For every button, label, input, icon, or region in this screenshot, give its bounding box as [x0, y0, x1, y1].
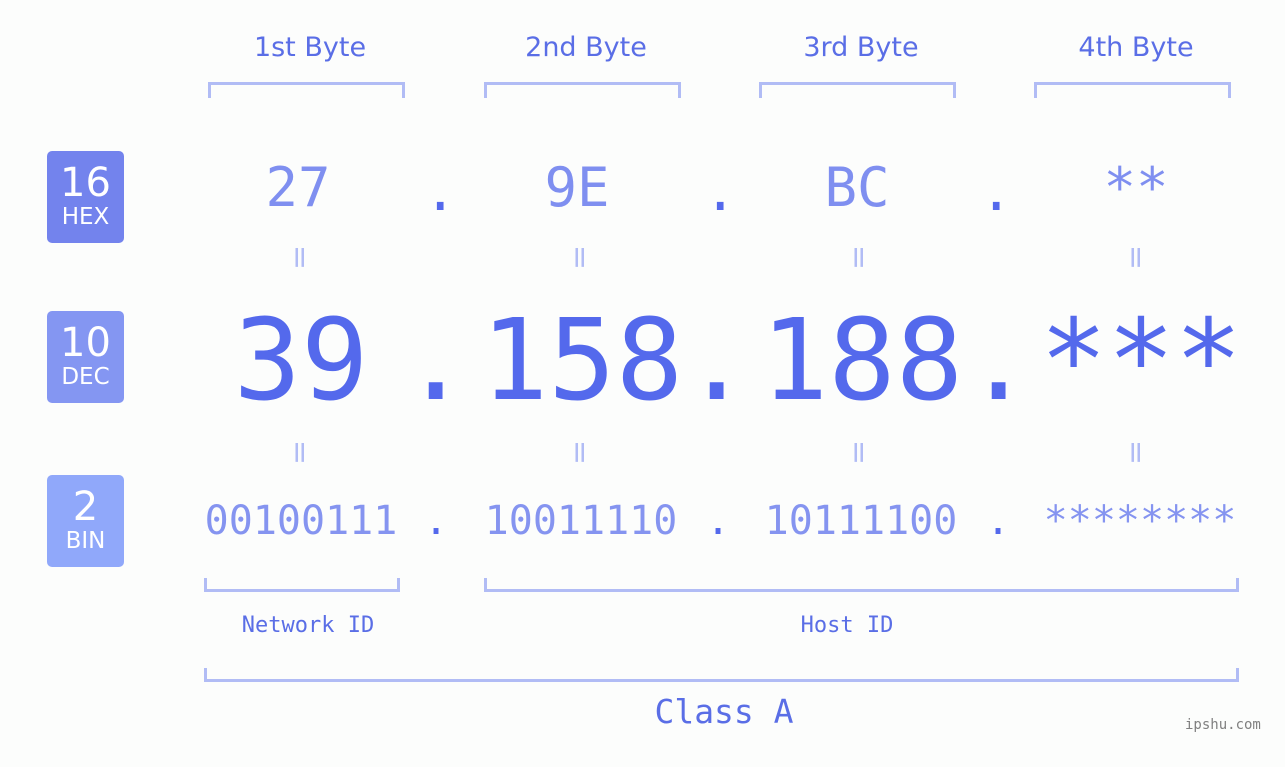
- hex-byte-1: 27: [265, 156, 331, 219]
- dec-separator: .: [402, 296, 470, 426]
- bin-separator: .: [986, 498, 1011, 544]
- dec-byte-1: 39: [233, 296, 369, 426]
- equals-sign: =: [841, 244, 877, 271]
- host-id-label: Host ID: [800, 613, 894, 638]
- dec-base-label: DEC: [61, 364, 110, 390]
- bin-badge: 2 BIN: [47, 475, 124, 567]
- dec-byte-4: ***: [1039, 296, 1243, 426]
- hex-badge: 16 HEX: [47, 151, 124, 243]
- dec-base-number: 10: [60, 320, 111, 366]
- dec-separator: .: [965, 296, 1033, 426]
- bin-byte-4: ********: [1043, 498, 1237, 544]
- byte-header-3: 3rd Byte: [803, 32, 919, 63]
- equals-sign: =: [562, 244, 598, 271]
- bin-base-label: BIN: [65, 528, 106, 554]
- host-id-bracket: [484, 578, 1239, 592]
- dec-byte-3: 188: [760, 296, 964, 426]
- byte-header-2: 2nd Byte: [525, 32, 647, 63]
- bin-byte-2: 10011110: [484, 498, 678, 544]
- hex-byte-2: 9E: [544, 156, 610, 219]
- hex-separator: .: [704, 160, 737, 223]
- equals-sign: =: [1118, 439, 1154, 466]
- equals-sign: =: [841, 439, 877, 466]
- network-id-bracket: [204, 578, 400, 592]
- byte-header-4: 4th Byte: [1078, 32, 1194, 63]
- hex-separator: .: [980, 160, 1013, 223]
- byte-bracket-4: [1034, 82, 1231, 98]
- bin-base-number: 2: [72, 484, 99, 530]
- equals-sign: =: [282, 439, 318, 466]
- bin-separator: .: [424, 498, 449, 544]
- watermark: ipshu.com: [1185, 717, 1261, 733]
- bin-byte-1: 00100111: [204, 498, 398, 544]
- bin-byte-3: 10111100: [764, 498, 958, 544]
- byte-bracket-3: [759, 82, 956, 98]
- dec-byte-2: 158: [480, 296, 684, 426]
- byte-header-1: 1st Byte: [253, 32, 367, 63]
- hex-base-label: HEX: [61, 204, 110, 230]
- byte-bracket-1: [208, 82, 405, 98]
- equals-sign: =: [1118, 244, 1154, 271]
- class-bracket: [204, 668, 1239, 682]
- dec-badge: 10 DEC: [47, 311, 124, 403]
- dec-separator: .: [683, 296, 751, 426]
- hex-byte-3: BC: [824, 156, 890, 219]
- equals-sign: =: [282, 244, 318, 271]
- hex-byte-4: **: [1103, 156, 1169, 219]
- class-label: Class A: [654, 692, 794, 731]
- bin-separator: .: [706, 498, 731, 544]
- network-id-label: Network ID: [241, 613, 375, 638]
- hex-base-number: 16: [60, 160, 111, 206]
- equals-sign: =: [562, 439, 598, 466]
- hex-separator: .: [424, 160, 457, 223]
- byte-bracket-2: [484, 82, 681, 98]
